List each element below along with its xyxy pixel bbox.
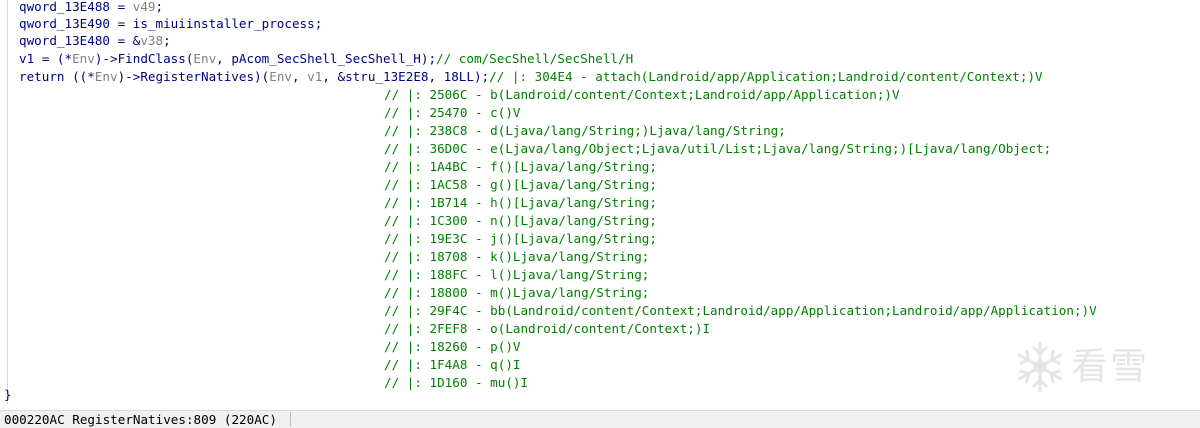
code-text: return ((* bbox=[19, 69, 95, 84]
native-method-comment: // |: 18260 - p()V bbox=[384, 339, 521, 354]
code-text: , pAcom_SecShell_SecShell_H); bbox=[216, 51, 437, 66]
operator-text: ; bbox=[163, 33, 171, 48]
code-line[interactable]: qword_13E480 = &v38; bbox=[19, 32, 171, 49]
native-method-comment: // |: 25470 - c()V bbox=[384, 105, 521, 120]
code-comment: // |: 304E4 - attach(Landroid/app/Applic… bbox=[489, 69, 1043, 84]
native-method-comment: // |: 18800 - m()Ljava/lang/String; bbox=[384, 285, 650, 300]
native-method-comment: // |: 18708 - k()Ljava/lang/String; bbox=[384, 249, 650, 264]
variable-name[interactable]: qword_13E480 bbox=[19, 33, 110, 48]
function-name[interactable]: )->FindClass( bbox=[95, 51, 194, 66]
snowflake-icon bbox=[1017, 341, 1063, 393]
native-method-comment: // |: 1D160 - mu()I bbox=[384, 375, 529, 390]
code-text: v1 = (* bbox=[19, 51, 73, 66]
operator-text: = bbox=[110, 16, 133, 31]
status-bar: 000220AC RegisterNatives:809 (220AC) bbox=[0, 410, 1200, 428]
native-method-comment: // |: 1A4BC - f()[Ljava/lang/String; bbox=[384, 159, 657, 174]
variable-name[interactable]: Env bbox=[72, 51, 95, 66]
code-line[interactable]: qword_13E490 = is_miuiinstaller_process; bbox=[19, 15, 322, 32]
watermark-text: 看雪 bbox=[1071, 345, 1149, 388]
code-text: , bbox=[291, 69, 308, 84]
variable-name[interactable]: qword_13E488 bbox=[19, 0, 110, 14]
variable-name[interactable]: qword_13E490 bbox=[19, 16, 110, 31]
variable-name[interactable]: Env bbox=[193, 51, 216, 66]
status-location-text: 000220AC RegisterNatives:809 (220AC) bbox=[4, 412, 277, 427]
function-name[interactable]: )->RegisterNatives)( bbox=[118, 69, 270, 84]
variable-name[interactable]: v49 bbox=[133, 0, 156, 14]
kanxue-watermark: 看雪 bbox=[1012, 339, 1188, 397]
operator-text: ; bbox=[314, 16, 323, 31]
status-divider bbox=[290, 412, 291, 427]
native-method-comment: // |: 1F4A8 - q()I bbox=[384, 357, 521, 372]
code-line[interactable]: return ((*Env)->RegisterNatives)(Env, v1… bbox=[19, 68, 1043, 85]
native-method-comment: // |: 2506C - b(Landroid/content/Context… bbox=[384, 87, 900, 102]
operator-text: = & bbox=[110, 33, 141, 48]
operator-text: = bbox=[110, 0, 133, 14]
code-line[interactable]: v1 = (*Env)->FindClass(Env, pAcom_SecShe… bbox=[19, 50, 633, 67]
pseudocode-view[interactable]: qword_13E488 = v49; qword_13E490 = is_mi… bbox=[0, 0, 1200, 404]
native-method-comment: // |: 1C300 - n()[Ljava/lang/String; bbox=[384, 213, 657, 228]
native-method-comment: // |: 1AC58 - g()[Ljava/lang/String; bbox=[384, 177, 657, 192]
native-method-comment: // |: 19E3C - j()[Ljava/lang/String; bbox=[384, 231, 657, 246]
variable-name[interactable]: v1 bbox=[307, 69, 322, 84]
native-method-comment: // |: 188FC - l()Ljava/lang/String; bbox=[384, 267, 650, 282]
native-method-comment: // |: 1B714 - h()[Ljava/lang/String; bbox=[384, 195, 657, 210]
variable-name[interactable]: v38 bbox=[140, 33, 163, 48]
code-line[interactable]: qword_13E488 = v49; bbox=[19, 0, 163, 15]
code-text: , &stru_13E2E8, 18LL); bbox=[322, 69, 490, 84]
native-method-comment: // |: 2FEF8 - o(Landroid/content/Context… bbox=[384, 321, 711, 336]
variable-name[interactable]: Env bbox=[269, 69, 292, 84]
function-name[interactable]: is_miuiinstaller_process bbox=[133, 16, 315, 31]
native-method-comment: // |: 238C8 - d(Ljava/lang/String;)Ljava… bbox=[384, 123, 786, 138]
code-gutter-line bbox=[7, 0, 8, 404]
variable-name[interactable]: Env bbox=[95, 69, 118, 84]
operator-text: ; bbox=[155, 0, 164, 14]
native-method-comment: // |: 36D0C - e(Ljava/lang/Object;Ljava/… bbox=[384, 141, 1052, 156]
code-comment: // com/SecShell/SecShell/H bbox=[436, 51, 634, 66]
closing-brace: } bbox=[4, 387, 12, 402]
native-method-comment: // |: 29F4C - bb(Landroid/content/Contex… bbox=[384, 303, 1097, 318]
